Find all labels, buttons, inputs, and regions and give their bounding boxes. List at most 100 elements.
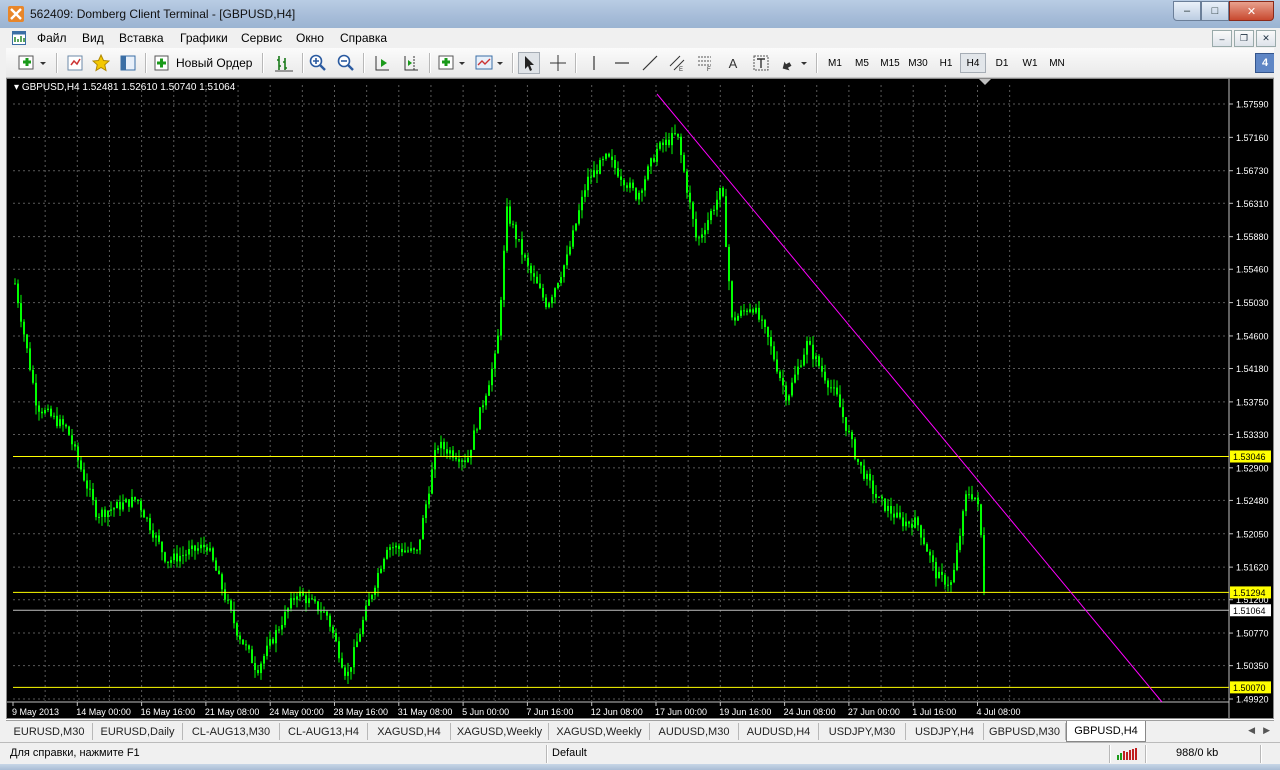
trendline-button[interactable] (639, 52, 661, 74)
tab-xagusd-h4[interactable]: XAGUSD,H4 (368, 723, 451, 740)
candle-body (968, 494, 970, 496)
new-chart-button[interactable] (16, 52, 50, 74)
text-label-button[interactable] (750, 52, 772, 74)
equidistant-channel-button[interactable]: E (666, 52, 688, 74)
timeframe-h1[interactable]: H1 (933, 53, 959, 73)
candle-body (122, 502, 124, 510)
menu-window[interactable]: Окно (296, 31, 324, 45)
mdi-restore-button[interactable]: ❐ (1234, 30, 1254, 47)
minimize-button[interactable]: – (1173, 1, 1201, 21)
tab-eurusd-daily[interactable]: EURUSD,Daily (93, 723, 183, 740)
timeframe-m30[interactable]: M30 (905, 53, 931, 73)
tab-cl-aug13-m30[interactable]: CL-AUG13,M30 (183, 723, 280, 740)
candle-body (749, 309, 751, 312)
arrows-button[interactable] (778, 52, 810, 74)
fibonacci-button[interactable]: F (694, 52, 716, 74)
timeframe-w1[interactable]: W1 (1017, 53, 1043, 73)
timeframe-m15[interactable]: M15 (877, 53, 903, 73)
candle-body (845, 417, 847, 431)
timeframe-m1[interactable]: M1 (822, 53, 848, 73)
candle-body (422, 517, 424, 540)
candle-body (863, 465, 865, 479)
tab-usdjpy-m30[interactable]: USDJPY,M30 (819, 723, 906, 740)
tab-gbpusd-h4[interactable]: GBPUSD,H4 (1066, 721, 1146, 742)
tab-gbpusd-m30[interactable]: GBPUSD,M30 (984, 723, 1066, 740)
chart-window[interactable]: 1.57590 1.57160 1.56730 1.56310 1.55880 1.554… (6, 78, 1274, 719)
candle-body (533, 273, 535, 277)
candle-body (434, 449, 436, 470)
menu-insert[interactable]: Вставка (119, 31, 164, 45)
timeframe-d1[interactable]: D1 (989, 53, 1015, 73)
timeframe-h4[interactable]: H4 (960, 53, 986, 73)
collapse-arrow-icon[interactable]: ▾ (14, 82, 19, 93)
crosshair-button[interactable] (547, 52, 569, 74)
time-tick-label: 4 Jul 08:00 (977, 707, 1021, 717)
candle-body (590, 176, 592, 178)
chart-properties-button[interactable] (272, 52, 296, 74)
tab-eurusd-m30[interactable]: EURUSD,M30 (6, 723, 93, 740)
menu-help[interactable]: Справка (340, 31, 387, 45)
market-watch-button[interactable] (64, 52, 86, 74)
candle-body (437, 448, 439, 450)
indicators-button[interactable] (437, 52, 469, 74)
zoom-out-button[interactable] (335, 52, 357, 74)
candle-body (848, 430, 850, 433)
candle-body (464, 460, 466, 463)
menu-charts[interactable]: Графики (180, 31, 228, 45)
candle-body (200, 544, 202, 549)
menu-tools[interactable]: Сервис (241, 31, 282, 45)
candle-body (308, 598, 310, 604)
cursor-button[interactable] (518, 52, 540, 74)
navigator-button[interactable] (117, 52, 139, 74)
candle-body (338, 641, 340, 659)
trendline[interactable] (656, 93, 1163, 703)
tab-scroll-right-icon[interactable]: ▶ (1263, 725, 1270, 736)
menu-view[interactable]: Вид (82, 31, 104, 45)
timeframe-mn[interactable]: MN (1044, 53, 1070, 73)
tab-audusd-h4[interactable]: AUDUSD,H4 (739, 723, 819, 740)
horizontal-line-button[interactable] (611, 52, 633, 74)
templates-button[interactable] (474, 52, 506, 74)
mdi-close-button[interactable]: ✕ (1256, 30, 1276, 47)
candle-body (14, 283, 16, 285)
candle-body (341, 658, 343, 668)
vertical-line-button[interactable] (583, 52, 605, 74)
new-order-label: Новый Ордер (176, 56, 253, 70)
tab-scroll-left-icon[interactable]: ◀ (1248, 725, 1255, 736)
candle-body (677, 133, 679, 137)
connection-status-icon[interactable] (1117, 748, 1139, 760)
tab-xagusd-weekly-2[interactable]: XAGUSD,Weekly (549, 723, 650, 740)
chart-shift-button[interactable] (400, 52, 422, 74)
candle-body (881, 496, 883, 499)
text-button[interactable]: A (722, 52, 744, 74)
mdi-minimize-button[interactable]: – (1212, 30, 1232, 47)
candle-body (191, 545, 193, 550)
favorites-button[interactable] (90, 52, 112, 74)
candle-body (203, 544, 205, 548)
candle-body (233, 609, 235, 624)
new-order-button[interactable]: Новый Ордер (152, 52, 256, 74)
price-tick-label: 1.52900 (1236, 463, 1269, 473)
candle-body (95, 500, 97, 518)
candle-body (524, 254, 526, 258)
tab-xagusd-weekly[interactable]: XAGUSD,Weekly (451, 723, 549, 740)
maximize-button[interactable]: □ (1201, 1, 1229, 21)
auto-scroll-button[interactable] (371, 52, 393, 74)
zoom-in-button[interactable] (307, 52, 329, 74)
price-chart[interactable]: 1.57590 1.57160 1.56730 1.56310 1.55880 1.554… (7, 79, 1273, 718)
tab-cl-aug13-h4[interactable]: CL-AUG13,H4 (280, 723, 368, 740)
candle-body (908, 521, 910, 524)
chart-window-icon (12, 31, 26, 45)
menu-file[interactable]: Файл (37, 31, 67, 45)
chart-shift-marker[interactable] (979, 79, 991, 85)
candle-body (83, 469, 85, 481)
candle-body (827, 380, 829, 388)
candle-body (506, 206, 508, 251)
tab-usdjpy-h4[interactable]: USDJPY,H4 (906, 723, 984, 740)
tab-audusd-m30[interactable]: AUDUSD,M30 (650, 723, 739, 740)
candle-body (680, 136, 682, 156)
timeframe-m5[interactable]: M5 (849, 53, 875, 73)
notification-badge[interactable]: 4 (1255, 53, 1275, 73)
close-button[interactable]: ✕ (1229, 1, 1274, 21)
candle-body (623, 179, 625, 186)
